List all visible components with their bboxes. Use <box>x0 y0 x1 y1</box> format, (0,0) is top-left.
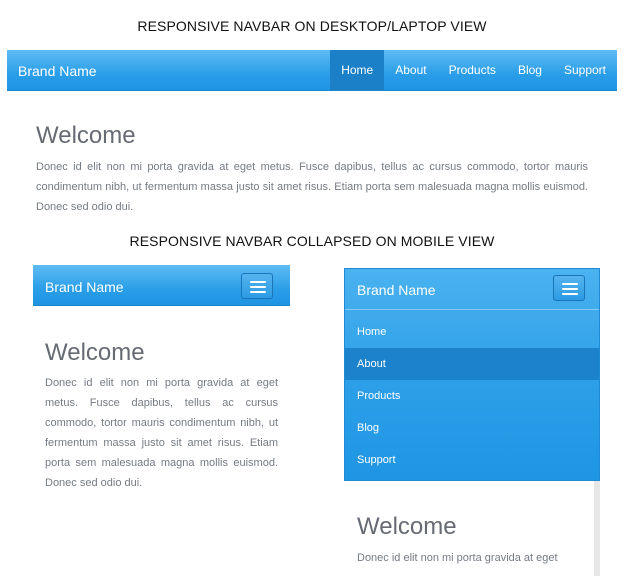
menu-divider <box>345 309 599 310</box>
mobile-navbar-collapsed: Brand Name <box>33 265 290 306</box>
menu-item-blog[interactable]: Blog <box>345 412 599 444</box>
expanded-welcome-heading: Welcome <box>357 513 457 540</box>
menu-toggle-button-expanded[interactable] <box>553 275 585 301</box>
menu-toggle-button[interactable] <box>241 273 273 299</box>
nav-about[interactable]: About <box>384 50 437 90</box>
brand-link-expanded[interactable]: Brand Name <box>357 282 436 298</box>
menu-item-about[interactable]: About <box>345 348 599 380</box>
desktop-caption: RESPONSIVE NAVBAR ON DESKTOP/LAPTOP VIEW <box>137 18 487 34</box>
mobile-caption: RESPONSIVE NAVBAR COLLAPSED ON MOBILE VI… <box>129 233 495 249</box>
nav-home[interactable]: Home <box>330 50 385 90</box>
desktop-navbar: Brand Name Home About Products Blog Supp… <box>7 50 617 91</box>
brand-link[interactable]: Brand Name <box>18 63 97 79</box>
desktop-nav-links: Home About Products Blog Support <box>330 50 617 90</box>
mobile-paragraph: Donec id elit non mi porta gravida at eg… <box>45 377 278 489</box>
desktop-welcome-heading: Welcome <box>36 122 136 149</box>
page-scrollbar[interactable] <box>594 481 600 576</box>
desktop-paragraph: Donec id elit non mi porta gravida at eg… <box>36 161 588 213</box>
mobile-welcome-heading: Welcome <box>45 339 145 366</box>
brand-link-mobile[interactable]: Brand Name <box>45 279 124 295</box>
menu-item-support[interactable]: Support <box>345 444 599 476</box>
nav-blog[interactable]: Blog <box>507 50 553 90</box>
nav-products[interactable]: Products <box>438 50 507 90</box>
mobile-navbar-expanded: Brand Name Home About Products Blog Supp… <box>344 268 600 481</box>
menu-item-home[interactable]: Home <box>345 316 599 348</box>
expanded-paragraph: Donec id elit non mi porta gravida at eg… <box>357 552 558 564</box>
menu-item-products[interactable]: Products <box>345 380 599 412</box>
nav-support[interactable]: Support <box>553 50 617 90</box>
